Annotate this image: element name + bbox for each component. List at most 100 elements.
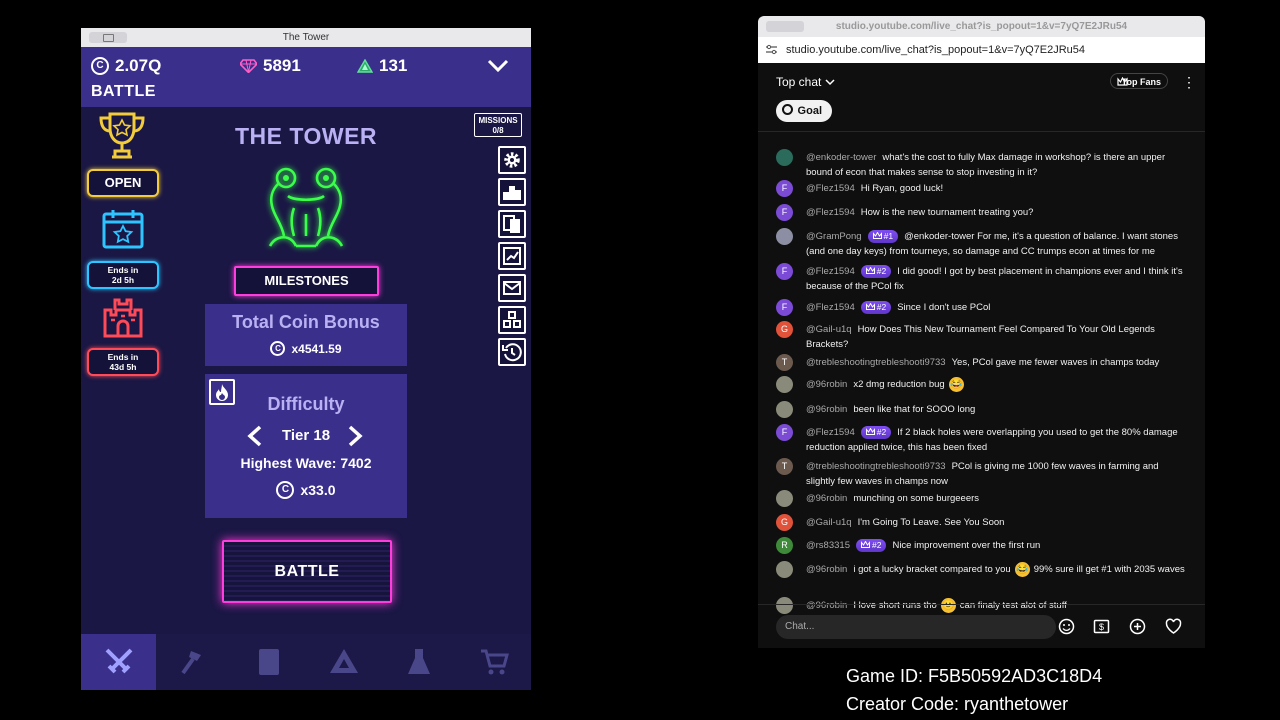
avatar[interactable]: [776, 149, 793, 166]
message-author[interactable]: @rs83315: [806, 540, 850, 551]
gems-value: 5891: [263, 56, 301, 75]
crown-icon: [865, 427, 875, 435]
avatar[interactable]: [776, 401, 793, 418]
arrow-right-icon[interactable]: [347, 425, 363, 447]
message-author[interactable]: @Flez1594: [806, 427, 855, 438]
game-titlebar: The Tower: [81, 28, 531, 47]
nav-workshop[interactable]: [156, 634, 231, 690]
message-body: @96robin i got a lucky bracket compared t…: [806, 562, 1186, 577]
flask-icon: [407, 649, 430, 674]
site-settings-icon[interactable]: [766, 44, 777, 55]
avatar[interactable]: G: [776, 514, 793, 531]
message-author[interactable]: @96robin: [806, 404, 847, 415]
avatar[interactable]: F: [776, 424, 793, 441]
nav-cards[interactable]: [231, 634, 306, 690]
goal-button[interactable]: Goal: [776, 100, 832, 122]
avatar[interactable]: R: [776, 537, 793, 554]
modules-icon[interactable]: [498, 306, 526, 334]
avatar[interactable]: [776, 376, 793, 393]
top-fans-button[interactable]: Top Fans: [1110, 73, 1168, 89]
cards-icon[interactable]: [498, 210, 526, 238]
coin-icon: C: [270, 341, 286, 356]
emoji-icon[interactable]: [1058, 618, 1075, 635]
missions-label: MISSIONS: [478, 116, 518, 125]
chat-titlebar: studio.youtube.com/live_chat?is_popout=1…: [758, 16, 1205, 37]
message-author[interactable]: @96robin: [806, 564, 847, 575]
cart-icon: [480, 649, 509, 675]
nav-battle[interactable]: [81, 634, 156, 690]
mail-icon[interactable]: [498, 274, 526, 302]
avatar[interactable]: T: [776, 354, 793, 371]
message-text: x2 dmg reduction bug: [853, 379, 945, 391]
nav-labs[interactable]: [381, 634, 456, 690]
missions-button[interactable]: MISSIONS 0/8: [474, 113, 522, 137]
milestones-button[interactable]: MILESTONES: [234, 266, 379, 296]
more-options-icon[interactable]: ⋮: [1182, 74, 1196, 91]
message-author[interactable]: @Flez1594: [806, 207, 855, 218]
super-chat-icon[interactable]: $: [1093, 618, 1110, 635]
chevron-down-icon[interactable]: [487, 59, 509, 73]
avatar[interactable]: F: [776, 299, 793, 316]
heart-icon[interactable]: [1165, 618, 1182, 635]
rank-badge: #2: [860, 301, 892, 314]
open-button[interactable]: OPEN: [87, 169, 159, 197]
avatar[interactable]: F: [776, 204, 793, 221]
avatar[interactable]: [776, 490, 793, 507]
arrow-left-icon[interactable]: [247, 425, 263, 447]
history-icon[interactable]: [498, 338, 526, 366]
message-body: @Gail-u1q How Does This New Tournament Fe…: [806, 322, 1186, 352]
total-coin-bonus-panel: Total Coin Bonus C x4541.59: [205, 304, 407, 366]
difficulty-bonus-value: x33.0: [300, 482, 336, 498]
message-author[interactable]: @Gail-u1q: [806, 324, 852, 335]
message-author[interactable]: @trebleshootingtrebleshooti9733: [806, 461, 946, 472]
message-text: Since I don't use PCol: [897, 302, 991, 313]
nav-store[interactable]: [456, 634, 531, 690]
avatar[interactable]: T: [776, 458, 793, 475]
window-button[interactable]: [766, 21, 804, 32]
message-author[interactable]: @96robin: [806, 379, 847, 390]
avatar[interactable]: [776, 561, 793, 578]
calendar-star-icon[interactable]: [101, 208, 145, 250]
avatar[interactable]: [776, 228, 793, 245]
message-body: @enkoder-tower what's the cost to fully M…: [806, 150, 1186, 180]
message-body: @96robin been like that for SOOO long: [806, 402, 1186, 417]
event-timer-1[interactable]: Ends in 2d 5h: [87, 261, 159, 289]
message-author[interactable]: @96robin: [806, 493, 847, 504]
url-text: studio.youtube.com/live_chat?is_popout=1…: [786, 44, 1086, 56]
chart-icon[interactable]: [498, 242, 526, 270]
add-icon[interactable]: [1129, 618, 1146, 635]
avatar[interactable]: F: [776, 180, 793, 197]
message-author[interactable]: @Gail-u1q: [806, 517, 852, 528]
message-author[interactable]: @enkoder-tower: [806, 152, 876, 163]
message-author[interactable]: @Flez1594: [806, 302, 855, 313]
nav-ultimate[interactable]: [306, 634, 381, 690]
url-bar[interactable]: studio.youtube.com/live_chat?is_popout=1…: [758, 37, 1205, 63]
medals-counter: 131: [357, 56, 407, 76]
avatar[interactable]: G: [776, 321, 793, 338]
chat-input[interactable]: Chat...: [776, 615, 1056, 639]
total-coin-bonus-title: Total Coin Bonus: [232, 312, 380, 332]
tier-label: Tier 18: [281, 427, 331, 444]
battle-button[interactable]: BATTLE: [222, 540, 392, 603]
message-body: @Flez1594 Hi Ryan, good luck!: [806, 181, 1186, 196]
resource-bar: C 2.07Q 5891 131 BATTLE: [81, 47, 531, 107]
message-author[interactable]: @Flez1594: [806, 183, 855, 194]
flame-icon[interactable]: [209, 379, 235, 405]
rank-badge: #2: [860, 426, 892, 439]
leaderboard-icon[interactable]: [498, 178, 526, 206]
message-author[interactable]: @trebleshootingtrebleshooti9733: [806, 357, 946, 368]
top-chat-dropdown[interactable]: Top chat: [776, 75, 835, 89]
window-button[interactable]: [89, 32, 127, 43]
crown-icon: [860, 540, 870, 548]
event-timer-2[interactable]: Ends in 43d 5h: [87, 348, 159, 376]
message-author[interactable]: @GramPong: [806, 231, 862, 242]
message-author[interactable]: @Flez1594: [806, 266, 855, 277]
gear-icon[interactable]: [498, 146, 526, 174]
avatar[interactable]: F: [776, 263, 793, 280]
difficulty-panel: Difficulty Tier 18 Highest Wave: 7402 C …: [205, 374, 407, 518]
castle-icon[interactable]: [101, 296, 145, 338]
medals-value: 131: [379, 56, 408, 75]
coin-icon: C: [91, 57, 109, 75]
message-text: How Does This New Tournament Feel Compar…: [806, 324, 1155, 350]
game-title: THE TOWER: [234, 123, 378, 149]
